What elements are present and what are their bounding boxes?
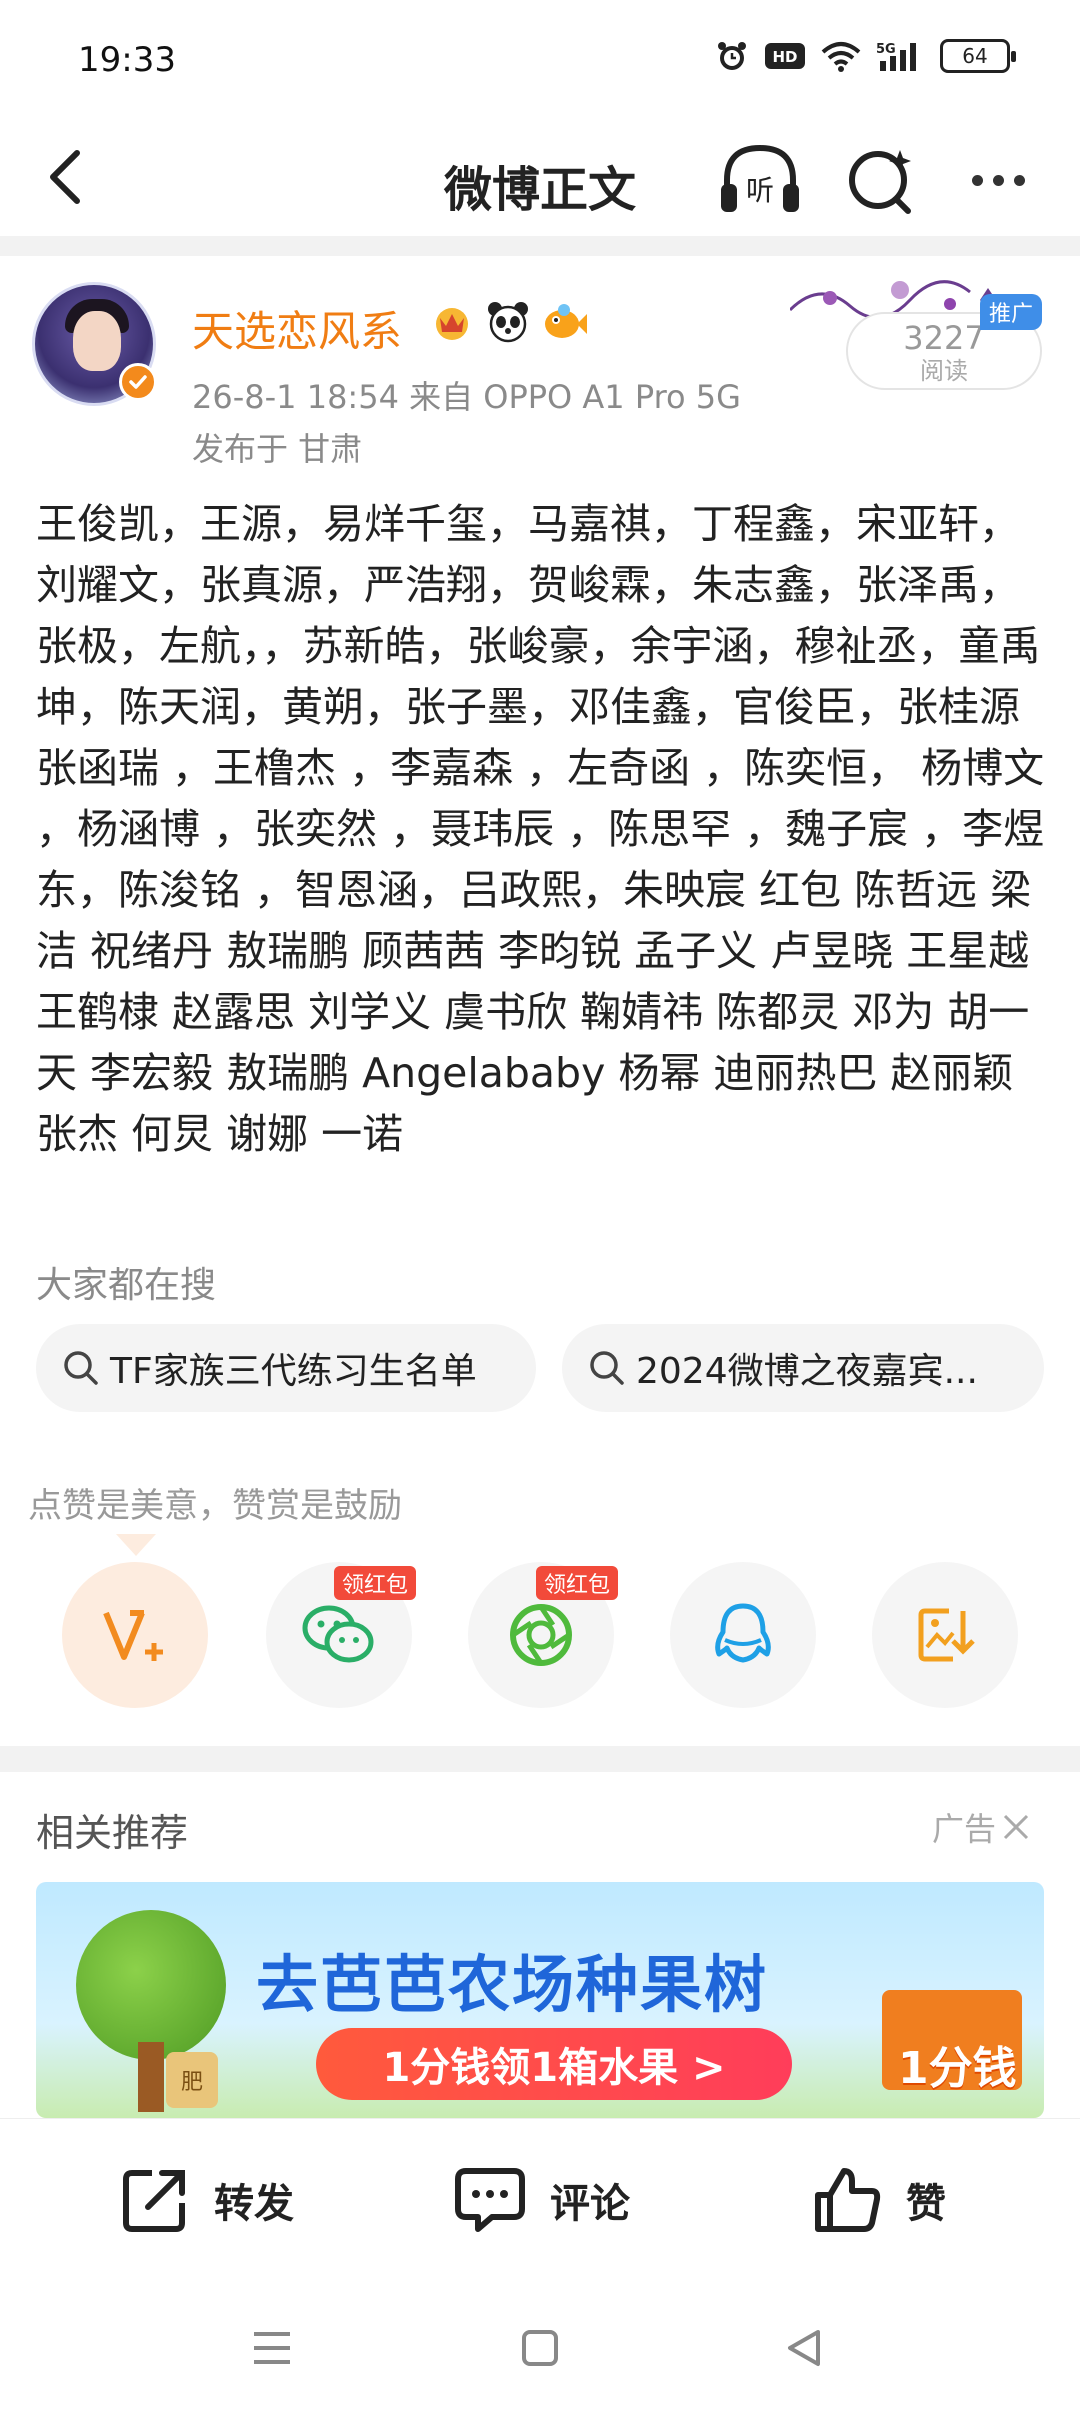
wifi-icon bbox=[820, 40, 862, 72]
panda-badge-icon[interactable] bbox=[484, 298, 532, 346]
close-icon bbox=[1003, 1814, 1029, 1840]
nav-bar: 微博正文 听 bbox=[0, 120, 1080, 235]
crown-badge-icon[interactable] bbox=[428, 298, 476, 346]
image-download-icon bbox=[918, 1608, 975, 1662]
hd-label: HD bbox=[772, 48, 797, 66]
banner-cta-button[interactable]: 1分钱领1箱水果 > bbox=[316, 2028, 792, 2100]
tip-text: 点赞是美意，赞赏是鼓励 bbox=[28, 1486, 402, 1526]
qq-share-button[interactable] bbox=[670, 1562, 816, 1708]
repost-label: 转发 bbox=[214, 2181, 294, 2227]
more-dot-icon bbox=[1013, 174, 1025, 186]
fertilizer-bag: 肥 bbox=[166, 2052, 218, 2108]
ad-label: 广告 bbox=[932, 1810, 997, 1848]
status-time: 19:33 bbox=[78, 40, 176, 80]
banner-title: 去芭芭农场种果树 bbox=[256, 1948, 769, 2021]
comment-icon bbox=[455, 2168, 525, 2232]
more-button[interactable] bbox=[958, 140, 1038, 220]
repost-button[interactable]: 转发 bbox=[118, 2163, 294, 2237]
post-body: 王俊凯，王源，易烊千玺，马嘉祺，丁程鑫，宋亚轩，刘耀文，张真源，严浩翔，贺峻霖，… bbox=[36, 500, 1045, 1158]
banner-price: 1分钱 bbox=[898, 2043, 1017, 2094]
more-dot-icon bbox=[992, 174, 1004, 186]
moments-icon bbox=[510, 1604, 572, 1666]
cellular-signal-icon: 5G bbox=[876, 39, 926, 73]
comment-button[interactable]: 评论 bbox=[452, 2163, 630, 2237]
headphones-icon: 听 bbox=[721, 144, 799, 212]
search-icon bbox=[849, 150, 911, 214]
search-chip[interactable]: 2024微博之夜嘉宾... bbox=[562, 1324, 1044, 1412]
battery-level: 64 bbox=[962, 44, 988, 68]
battery-icon: 64 bbox=[940, 39, 1016, 73]
read-label: 阅读 bbox=[920, 357, 968, 385]
avatar-face bbox=[73, 311, 121, 371]
username[interactable]: 天选恋风系 bbox=[192, 298, 402, 359]
search-icon bbox=[588, 1349, 626, 1387]
ad-banner[interactable]: 肥 去芭芭农场种果树 1分钱领1箱水果 > 1分钱 bbox=[36, 1882, 1044, 2118]
network-label: 5G bbox=[876, 42, 896, 57]
recent-apps-button[interactable] bbox=[242, 2318, 302, 2378]
search-chip[interactable]: TF家族三代练习生名单 bbox=[36, 1324, 536, 1412]
v-plus-icon bbox=[103, 1610, 163, 1661]
system-back-button[interactable] bbox=[774, 2318, 834, 2378]
fruit-tree-icon bbox=[76, 1910, 226, 2060]
comment-label: 评论 bbox=[550, 2181, 630, 2227]
promo-tag: 推广 bbox=[980, 294, 1042, 330]
status-icons: HD 5G 64 bbox=[714, 38, 1016, 74]
post-meta: 26-8-1 18:54 来自 OPPO A1 Pro 5G bbox=[192, 378, 741, 416]
search-heading: 大家都在搜 bbox=[36, 1265, 217, 1306]
save-image-button[interactable] bbox=[872, 1562, 1018, 1708]
search-button[interactable] bbox=[842, 140, 922, 220]
reward-button[interactable] bbox=[62, 1562, 208, 1708]
search-chip-label: 2024微博之夜嘉宾... bbox=[636, 1351, 978, 1392]
search-icon bbox=[62, 1349, 100, 1387]
verified-icon bbox=[119, 363, 157, 401]
like-button[interactable]: 赞 bbox=[810, 2163, 946, 2237]
search-chip-label: TF家族三代练习生名单 bbox=[110, 1351, 477, 1392]
section-divider bbox=[0, 236, 1080, 256]
recommend-title: 相关推荐 bbox=[36, 1811, 189, 1855]
menu-icon bbox=[254, 2332, 290, 2364]
section-divider bbox=[0, 1746, 1080, 1772]
post-location: 发布于 甘肃 bbox=[192, 430, 363, 468]
action-bar: 转发 评论 赞 bbox=[0, 2118, 1080, 2278]
system-nav-bar bbox=[0, 2278, 1080, 2412]
triangle-back-icon bbox=[788, 2330, 820, 2366]
more-dot-icon bbox=[971, 174, 983, 186]
home-square-icon bbox=[522, 2330, 558, 2366]
red-packet-tag: 领红包 bbox=[536, 1566, 619, 1600]
status-bar: 19:33 HD 5G 64 bbox=[0, 0, 1080, 120]
thumbs-up-icon bbox=[815, 2168, 881, 2232]
tip-pointer-icon bbox=[116, 1534, 156, 1556]
home-button[interactable] bbox=[510, 2318, 570, 2378]
alarm-icon bbox=[714, 38, 750, 74]
hd-icon: HD bbox=[764, 40, 806, 72]
qq-icon bbox=[715, 1603, 771, 1663]
avatar[interactable] bbox=[32, 282, 157, 406]
listen-button[interactable]: 听 bbox=[715, 140, 805, 220]
fish-badge-icon[interactable] bbox=[540, 298, 588, 346]
wechat-icon bbox=[302, 1605, 374, 1663]
listen-label: 听 bbox=[746, 174, 774, 207]
red-packet-tag: 领红包 bbox=[334, 1566, 417, 1600]
share-icon bbox=[123, 2170, 185, 2232]
like-label: 赞 bbox=[906, 2181, 946, 2227]
tree-trunk bbox=[138, 2042, 164, 2112]
user-badges bbox=[428, 298, 588, 346]
ad-close-button[interactable]: 广告 bbox=[932, 1804, 1032, 1850]
